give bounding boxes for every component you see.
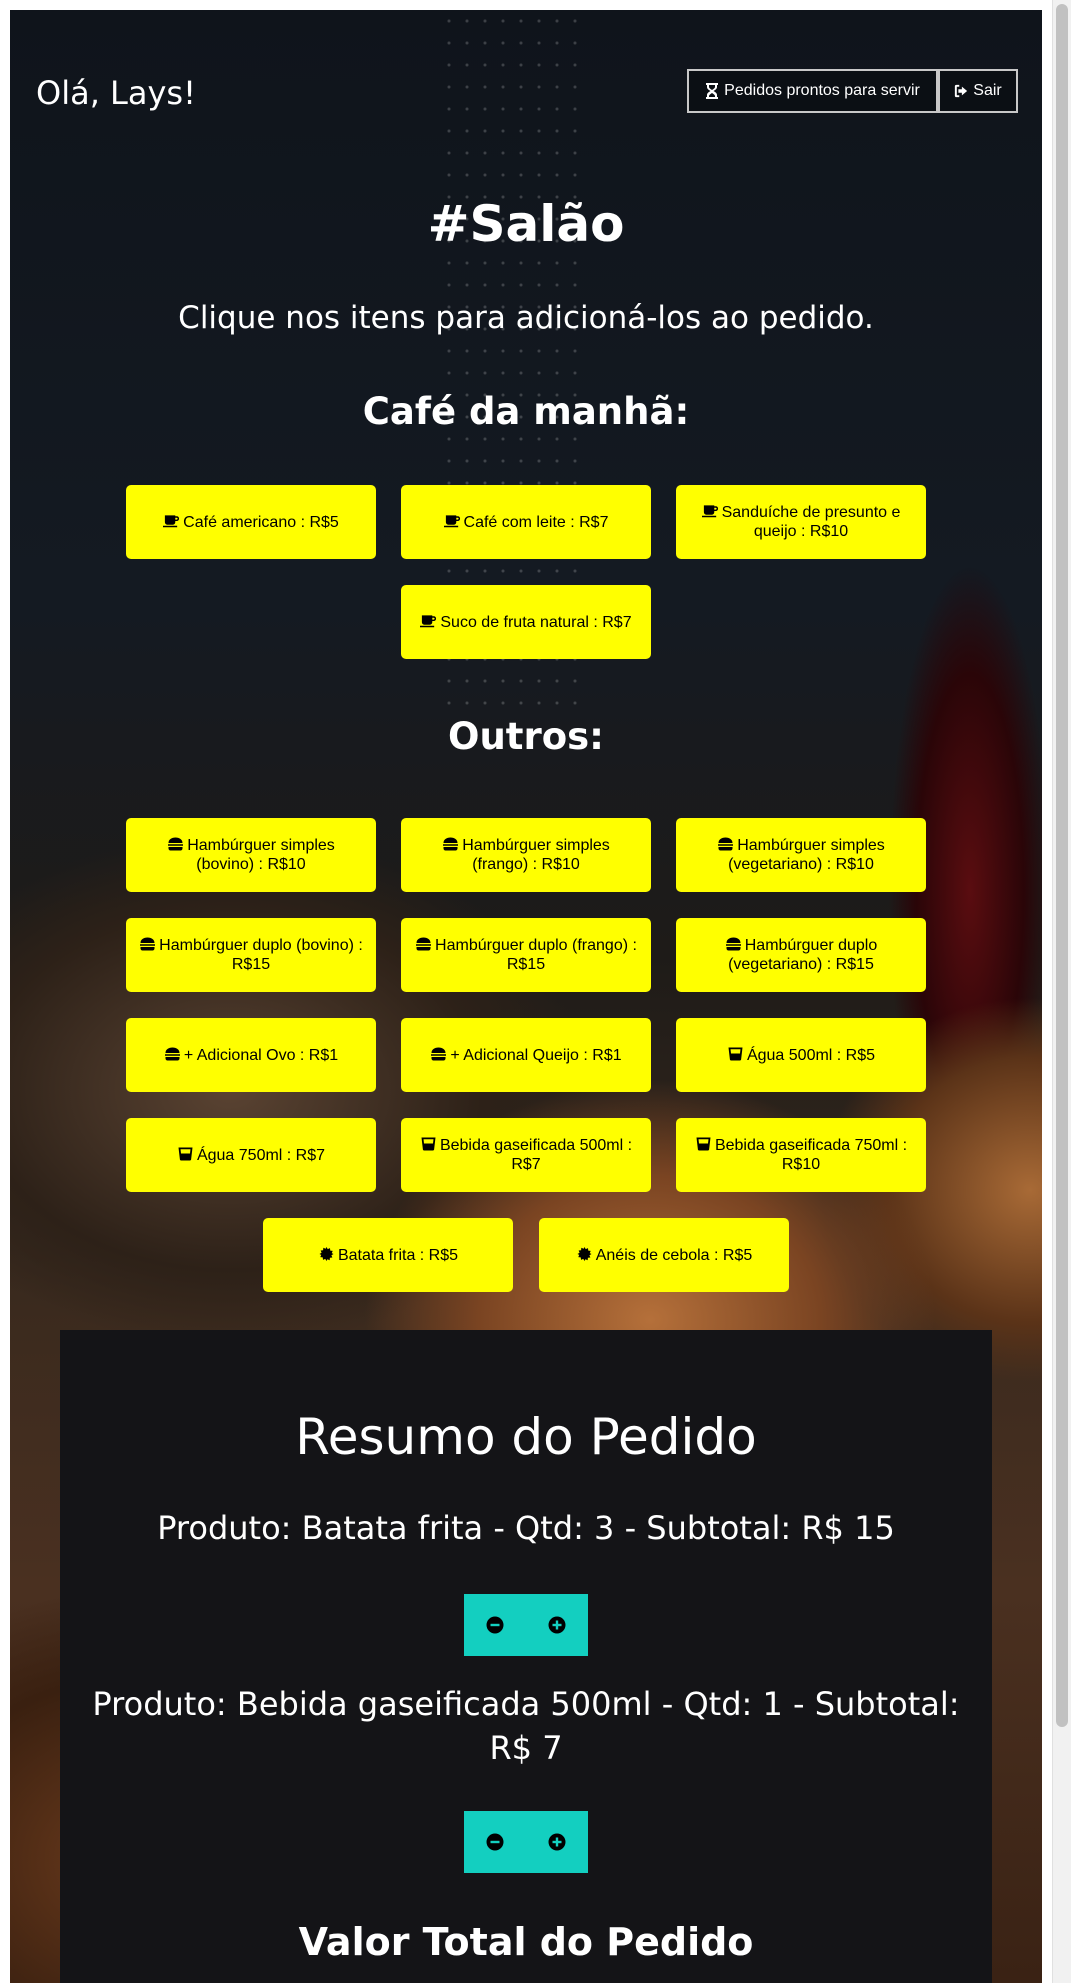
burger-icon (164, 1047, 180, 1060)
total-title: Valor Total do Pedido (298, 1920, 754, 1964)
glass-icon (728, 1047, 743, 1060)
glass-icon (178, 1147, 193, 1160)
menu-item-bebida-gaseificada-750[interactable]: Bebida gaseificada 750ml : R$10 (676, 1118, 926, 1192)
vertical-scrollbar[interactable] (1052, 0, 1071, 1983)
order-summary-panel: Resumo do Pedido Produto: Batata frita -… (60, 1330, 992, 1983)
burger-icon (416, 937, 432, 951)
burger-icon (168, 837, 184, 851)
page-title: #Salão (427, 195, 625, 253)
menu-item-batata-frita[interactable]: Batata frita : R$5 (263, 1218, 513, 1292)
others-heading: Outros: (448, 715, 604, 758)
coffee-cup-icon (443, 514, 460, 527)
burst-icon (577, 1246, 592, 1261)
menu-item-aneis-cebola[interactable]: Anéis de cebola : R$5 (539, 1218, 789, 1292)
decrease-qty-button[interactable] (464, 1594, 526, 1656)
menu-item-agua-500[interactable]: Água 500ml : R$5 (676, 1018, 926, 1092)
burger-icon (443, 837, 459, 851)
ready-orders-label: Pedidos prontos para servir (724, 82, 920, 99)
instruction-text: Clique nos itens para adicioná-los ao pe… (178, 300, 874, 336)
page-background: Olá, Lays! Pedidos prontos para servir S… (10, 10, 1042, 1983)
menu-item-burger-simples-bovino[interactable]: Hambúrguer simples (bovino) : R$10 (126, 818, 376, 892)
menu-item-agua-750[interactable]: Água 750ml : R$7 (126, 1118, 376, 1192)
glass-icon (421, 1137, 436, 1151)
greeting: Olá, Lays! (36, 74, 196, 112)
menu-item-adicional-ovo[interactable]: + Adicional Ovo : R$1 (126, 1018, 376, 1092)
scrollbar-thumb[interactable] (1056, 4, 1068, 1727)
summary-title: Resumo do Pedido (295, 1408, 757, 1466)
exit-button[interactable]: Sair (938, 69, 1018, 113)
minus-circle-icon (486, 1833, 504, 1851)
menu-item-bebida-gaseificada-500[interactable]: Bebida gaseificada 500ml : R$7 (401, 1118, 651, 1192)
exit-label: Sair (973, 82, 1002, 99)
increase-qty-button[interactable] (526, 1594, 588, 1656)
decrease-qty-button[interactable] (464, 1811, 526, 1873)
burger-icon (431, 1047, 447, 1060)
burst-icon (319, 1246, 334, 1261)
minus-circle-icon (486, 1616, 504, 1634)
menu-item-suco[interactable]: Suco de fruta natural : R$7 (401, 585, 651, 659)
menu-item-burger-duplo-vegetariano[interactable]: Hambúrguer duplo (vegetariano) : R$15 (676, 918, 926, 992)
plus-circle-icon (548, 1616, 566, 1634)
coffee-cup-icon (163, 514, 180, 527)
glass-icon (696, 1137, 711, 1151)
menu-item-burger-duplo-frango[interactable]: Hambúrguer duplo (frango) : R$15 (401, 918, 651, 992)
menu-item-sanduiche[interactable]: Sanduíche de presunto e queijo : R$10 (676, 485, 926, 559)
burger-icon (140, 937, 156, 951)
sign-out-icon (955, 84, 968, 98)
hourglass-icon (706, 83, 719, 99)
summary-line-bebida: Produto: Bebida gaseificada 500ml - Qtd:… (92, 1685, 960, 1767)
burger-icon (725, 937, 741, 951)
menu-item-burger-simples-vegetariano[interactable]: Hambúrguer simples (vegetariano) : R$10 (676, 818, 926, 892)
menu-item-burger-simples-frango[interactable]: Hambúrguer simples (frango) : R$10 (401, 818, 651, 892)
coffee-cup-icon (420, 614, 437, 627)
menu-item-cafe-americano[interactable]: Café americano : R$5 (126, 485, 376, 559)
menu-item-burger-duplo-bovino[interactable]: Hambúrguer duplo (bovino) : R$15 (126, 918, 376, 992)
increase-qty-button[interactable] (526, 1811, 588, 1873)
breakfast-heading: Café da manhã: (362, 390, 690, 433)
menu-item-cafe-com-leite[interactable]: Café com leite : R$7 (401, 485, 651, 559)
coffee-cup-icon (701, 505, 718, 518)
summary-line-batata: Produto: Batata frita - Qtd: 3 - Subtota… (157, 1509, 895, 1547)
ready-orders-button[interactable]: Pedidos prontos para servir (687, 69, 938, 113)
menu-item-adicional-queijo[interactable]: + Adicional Queijo : R$1 (401, 1018, 651, 1092)
plus-circle-icon (548, 1833, 566, 1851)
burger-icon (718, 837, 734, 851)
